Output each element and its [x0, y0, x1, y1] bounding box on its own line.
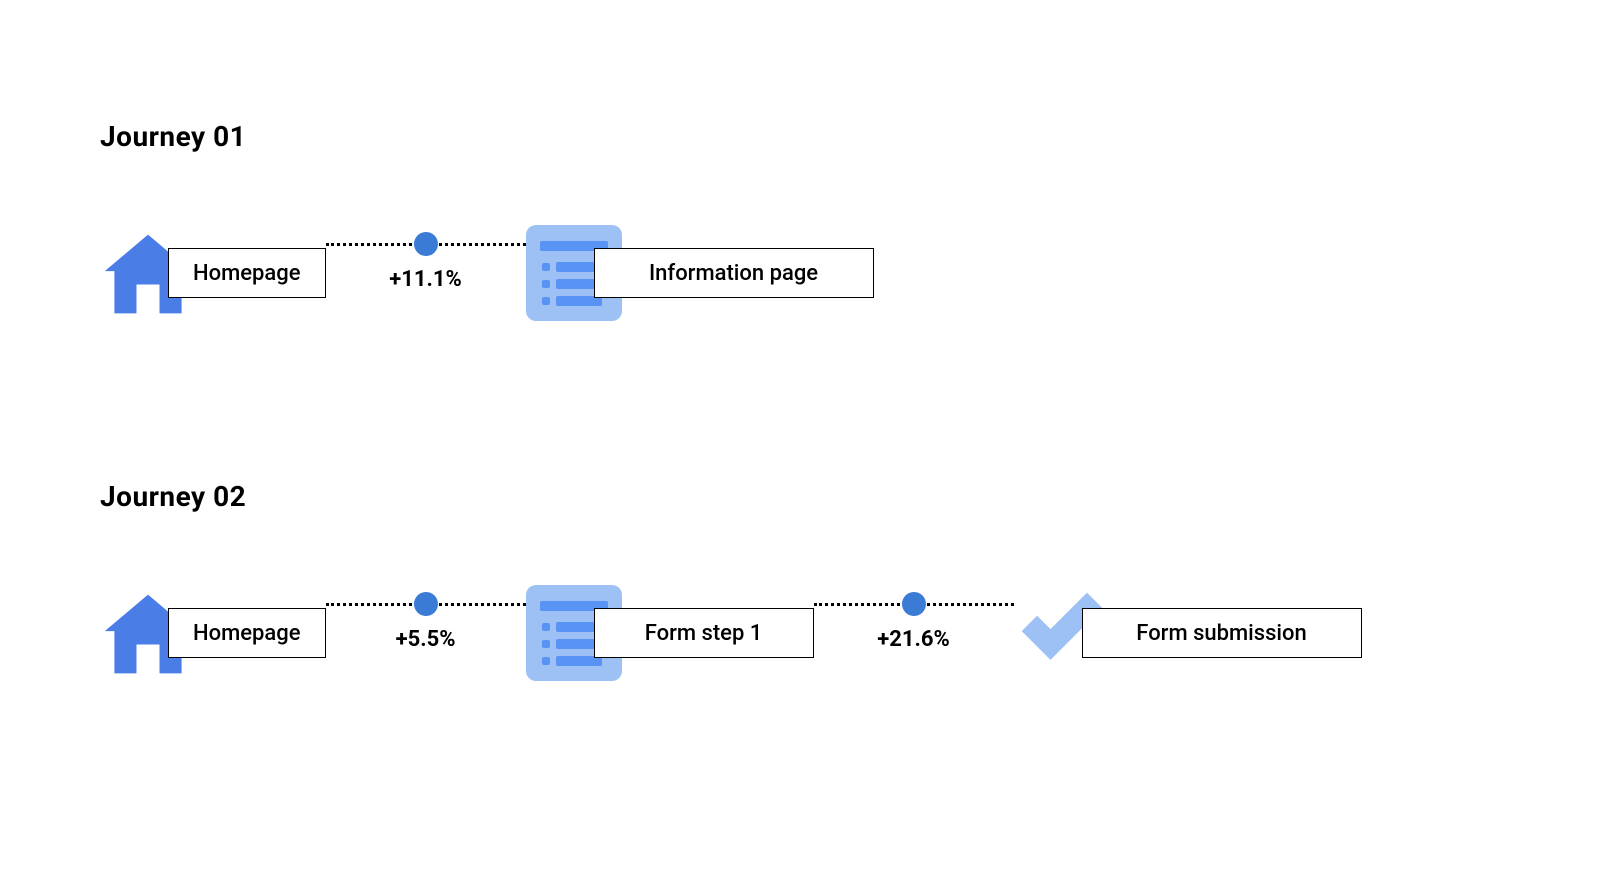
connector-delta: +11.1%	[389, 267, 462, 292]
step-label: Homepage	[168, 248, 326, 298]
step-label: Form submission	[1082, 608, 1362, 658]
journey-title: Journey 02	[100, 480, 1500, 513]
connector-dot-icon	[902, 592, 926, 616]
step-information-page: Information page	[526, 225, 874, 321]
step-label: Homepage	[168, 608, 326, 658]
connector: +5.5%	[326, 593, 526, 673]
step-label: Form step 1	[594, 608, 814, 658]
step-form-submission: Form submission	[1014, 585, 1362, 681]
connector-dot-icon	[414, 232, 438, 256]
connector-delta: +21.6%	[877, 627, 950, 652]
step-form-step-1: Form step 1	[526, 585, 814, 681]
connector: +21.6%	[814, 593, 1014, 673]
journey-title: Journey 01	[100, 120, 1500, 153]
step-homepage: Homepage	[100, 225, 326, 321]
connector-dot-icon	[414, 592, 438, 616]
connector-delta: +5.5%	[396, 627, 456, 652]
connector: +11.1%	[326, 233, 526, 313]
journey-1-flow: Homepage +11.1% Information page	[100, 213, 1500, 333]
step-homepage: Homepage	[100, 585, 326, 681]
journey-2: Journey 02 Homepage +5.5%	[100, 480, 1500, 693]
step-label: Information page	[594, 248, 874, 298]
journey-2-flow: Homepage +5.5% Form step 1	[100, 573, 1500, 693]
journey-1: Journey 01 Homepage +11.1%	[100, 120, 1500, 333]
